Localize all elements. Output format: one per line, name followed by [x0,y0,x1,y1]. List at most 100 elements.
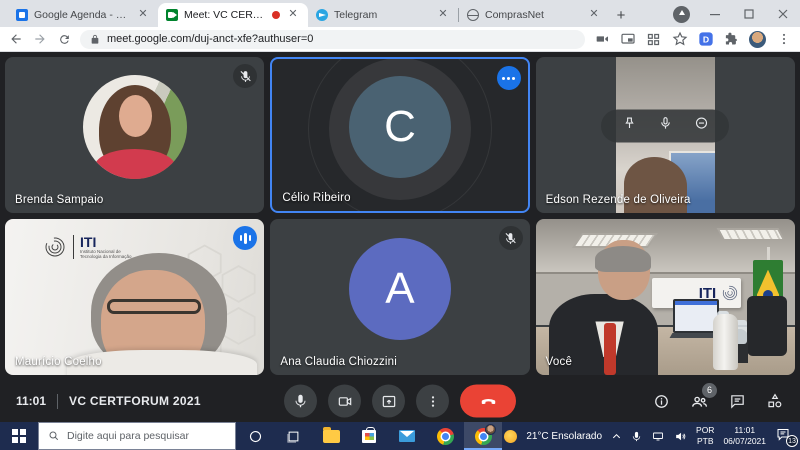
logo-divider [73,235,74,259]
mute-participant-icon[interactable] [658,116,673,136]
microphone-toggle-button[interactable] [284,385,317,418]
windows-logo-icon [12,429,26,443]
activities-icon[interactable] [766,392,784,410]
photo-face-shape [119,95,152,137]
forward-icon[interactable] [32,31,48,47]
camera-in-use-icon[interactable] [593,31,610,47]
fingerprint-icon [43,235,67,259]
meeting-title: VC CERTFORUM 2021 [69,394,201,408]
self-video-hair [595,246,651,272]
close-tab-icon[interactable]: ✕ [436,8,450,22]
tray-volume-icon[interactable] [674,430,687,443]
leave-call-button[interactable] [460,385,516,418]
bookmark-star-icon[interactable] [671,31,688,47]
language-indicator[interactable]: POR PTB [696,425,714,446]
mail-button[interactable] [388,422,426,450]
iti-logo: ITI Instituto Nacional de Tecnologia da … [43,235,138,260]
tray-microphone-icon[interactable] [631,430,642,443]
video-glasses-shape [107,299,201,314]
participant-name: Edson Rezende de Oliveira [546,194,691,206]
iti-logo-subtitle: Instituto Nacional de Tecnologia da Info… [80,249,138,260]
participant-name: Ana Claudia Chiozzini [280,356,397,368]
weather-sun-icon [504,430,517,443]
reload-icon[interactable] [56,31,72,47]
new-tab-button[interactable]: + [609,3,633,27]
tab-telegram[interactable]: Telegram ✕ [308,3,458,27]
tile-options-button[interactable] [497,66,521,90]
pin-icon[interactable] [622,116,637,136]
meet-participant-grid: Brenda Sampaio C Célio Ribeiro [0,52,800,380]
participant-tile-edson[interactable]: Edson Rezende de Oliveira [536,57,795,213]
clock-date[interactable]: 11:01 06/07/2021 [723,425,766,446]
window-close-button[interactable] [766,1,800,27]
cortana-icon [248,429,263,444]
weather-text[interactable]: 21°C Ensolarado [526,431,602,442]
participant-tile-mauricio[interactable]: ITI Instituto Nacional de Tecnologia da … [5,219,264,375]
file-explorer-button[interactable] [312,422,350,450]
chrome-button[interactable] [426,422,464,450]
mic-off-icon [499,226,523,250]
tab-title: Meet: VC CERTFORUM 2021 [184,9,266,21]
chrome-update-icon[interactable] [673,6,690,23]
profile-avatar[interactable] [749,31,766,48]
google-meet-icon [166,9,178,21]
task-view-button[interactable] [274,422,312,450]
participant-count-badge: 6 [702,383,717,398]
window-minimize-button[interactable] [698,1,732,27]
back-icon[interactable] [8,31,24,47]
address-bar[interactable]: meet.google.com/duj-anct-xfe?authuser=0 [80,30,585,49]
tab-comprasnet[interactable]: ComprasNet ✕ [459,3,609,27]
tab-meet-active[interactable]: Meet: VC CERTFORUM 2021 ✕ [158,3,308,27]
avatar-letter: A [385,264,414,314]
tray-display-icon[interactable] [651,430,665,442]
participant-tile-ana[interactable]: A Ana Claudia Chiozzini [270,219,529,375]
present-screen-button[interactable] [372,385,405,418]
cortana-button[interactable] [236,422,274,450]
window-maximize-button[interactable] [732,1,766,27]
letter-avatar: C [349,76,451,178]
meeting-details-info-icon[interactable] [653,393,670,410]
search-icon [48,430,60,442]
task-view-icon [286,429,301,444]
dot [507,77,510,80]
meet-control-bar: 11:01 VC CERTFORUM 2021 6 [0,380,800,422]
start-button[interactable] [0,422,38,450]
google-calendar-icon [16,9,28,21]
chrome-profile-button-active[interactable] [464,422,502,450]
laptop-screen [675,301,717,331]
close-tab-icon[interactable]: ✕ [136,8,150,22]
folder-icon [323,430,340,443]
remove-participant-icon[interactable] [694,116,709,136]
url-text: meet.google.com/duj-anct-xfe?authuser=0 [107,33,313,45]
action-center-button[interactable]: 13 [775,427,795,445]
profile-badge-avatar [485,424,496,435]
photo-dress-shape [95,149,175,179]
dot [512,77,515,80]
participant-tile-celio[interactable]: C Célio Ribeiro [270,57,529,213]
d-extension-icon[interactable]: D [697,31,714,47]
taskbar-search-input[interactable]: Digite aqui para pesquisar [38,422,236,450]
language-line1: POR [696,425,714,435]
thermos [713,314,738,370]
meeting-clock: 11:01 [16,394,46,408]
self-video-tie [604,323,616,375]
chat-icon[interactable] [729,393,746,410]
extensions-puzzle-icon[interactable] [723,31,740,47]
close-tab-icon[interactable]: ✕ [587,8,601,22]
profile-photo-avatar [83,75,187,179]
recording-indicator-icon [272,11,280,19]
show-participants-icon[interactable]: 6 [690,392,709,411]
more-options-kebab-icon[interactable] [416,385,449,418]
close-tab-icon[interactable]: ✕ [286,8,300,22]
participant-name: Você [546,356,572,368]
microsoft-store-button[interactable] [350,422,388,450]
participant-tile-voce[interactable]: ITI Você [536,219,795,375]
participant-tile-brenda[interactable]: Brenda Sampaio [5,57,264,213]
apps-grid-icon[interactable] [645,31,662,47]
pip-tab-icon[interactable] [619,31,636,47]
tray-chevron-up-icon[interactable] [611,431,622,442]
tab-google-agenda[interactable]: Google Agenda - Semana de 4 d ✕ [8,3,158,27]
browser-menu-kebab-icon[interactable] [775,31,792,47]
tray-date: 06/07/2021 [723,436,766,446]
camera-toggle-button[interactable] [328,385,361,418]
